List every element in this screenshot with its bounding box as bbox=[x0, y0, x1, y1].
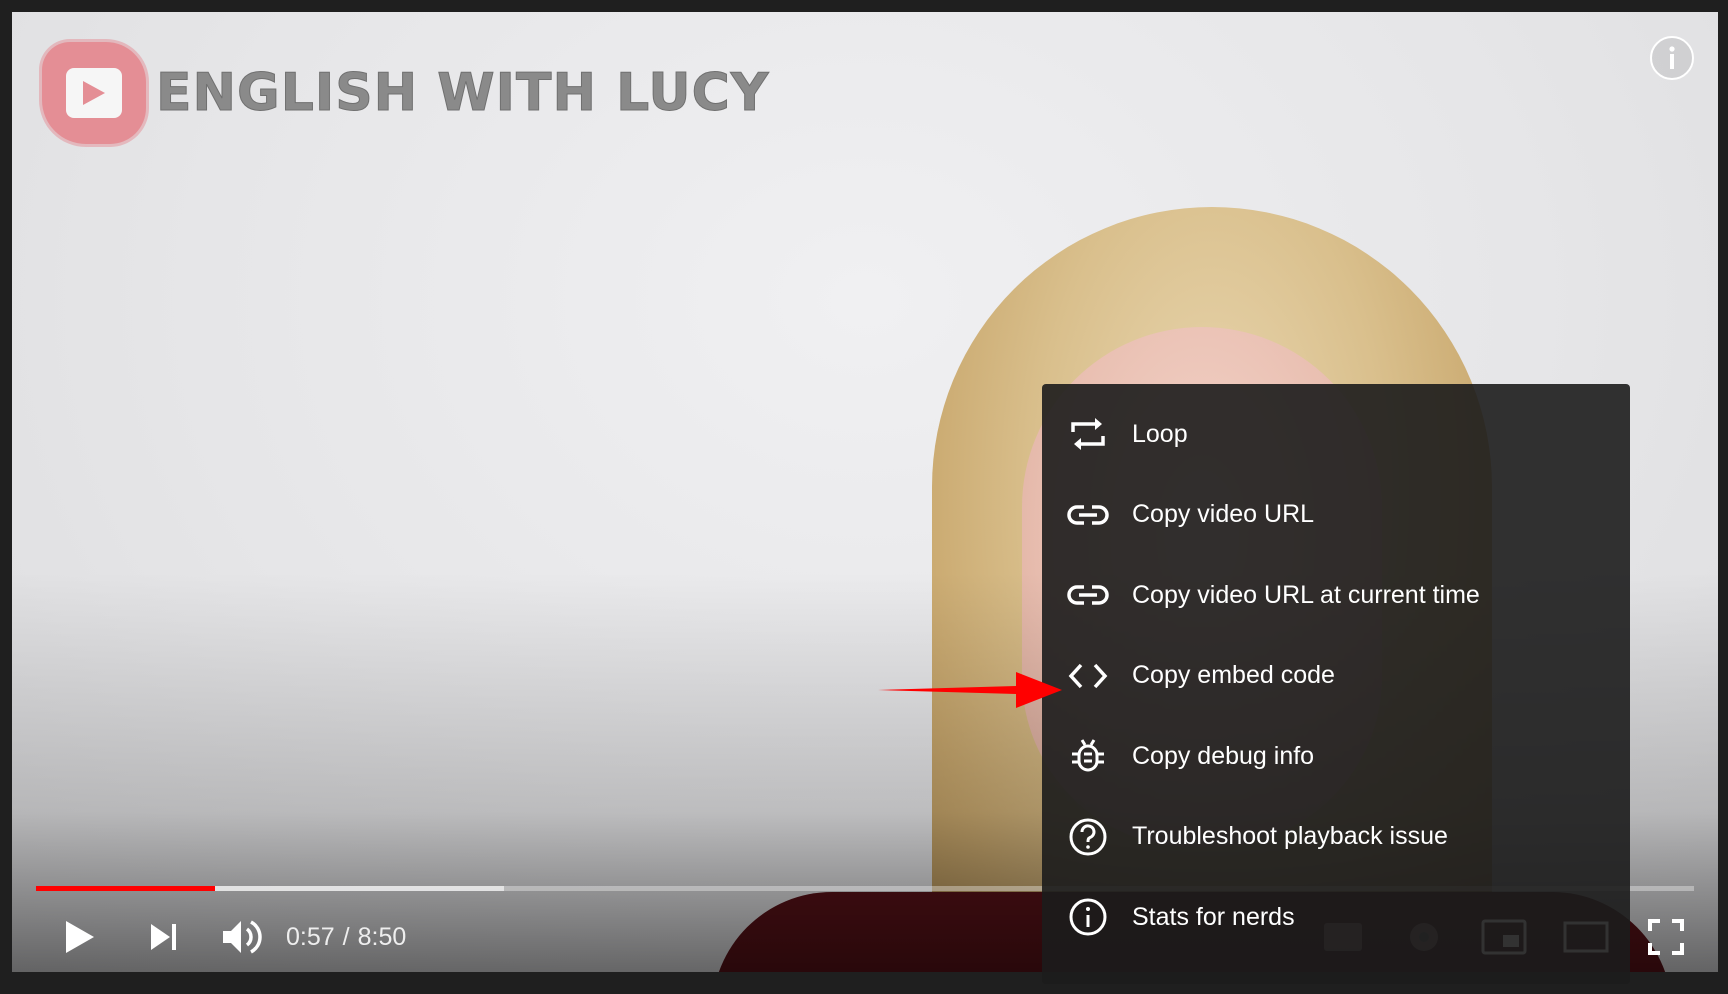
play-icon bbox=[66, 921, 94, 953]
link-icon bbox=[1066, 493, 1110, 537]
time-separator: / bbox=[342, 923, 350, 951]
menu-item-troubleshoot[interactable]: Troubleshoot playback issue bbox=[1042, 797, 1630, 878]
menu-item-copy-video-url[interactable]: Copy video URL bbox=[1042, 475, 1630, 556]
progress-played bbox=[36, 886, 216, 891]
help-icon bbox=[1066, 815, 1110, 859]
menu-item-label: Copy embed code bbox=[1132, 661, 1335, 690]
loop-icon bbox=[1066, 412, 1110, 456]
link-icon bbox=[1066, 573, 1110, 617]
brand-logo bbox=[42, 42, 146, 144]
duration: 8:50 bbox=[357, 923, 407, 951]
menu-item-label: Loop bbox=[1132, 419, 1188, 448]
menu-item-loop[interactable]: Loop bbox=[1042, 394, 1630, 475]
menu-item-label: Copy video URL at current time bbox=[1132, 580, 1480, 609]
play-icon bbox=[66, 68, 122, 118]
context-menu: Loop Copy video URL Copy video URL at cu… bbox=[1042, 384, 1630, 984]
menu-item-label: Copy video URL bbox=[1132, 500, 1315, 529]
brand-title: ENGLISH WITH LUCY bbox=[155, 63, 770, 124]
fullscreen-button[interactable] bbox=[1638, 907, 1694, 967]
next-button[interactable] bbox=[136, 907, 192, 967]
play-button[interactable] bbox=[52, 907, 108, 967]
info-button[interactable] bbox=[1650, 36, 1694, 80]
menu-item-label: Stats for nerds bbox=[1132, 902, 1295, 931]
next-icon bbox=[151, 924, 176, 950]
code-icon bbox=[1066, 654, 1110, 698]
volume-icon bbox=[223, 920, 262, 954]
current-time: 0:57 bbox=[286, 923, 335, 951]
annotation-arrow bbox=[878, 672, 1062, 708]
volume-button[interactable] bbox=[212, 907, 272, 967]
bug-icon bbox=[1066, 734, 1110, 778]
fullscreen-icon bbox=[1648, 919, 1684, 955]
menu-item-copy-debug-info[interactable]: Copy debug info bbox=[1042, 716, 1630, 797]
menu-item-stats-for-nerds[interactable]: Stats for nerds bbox=[1042, 877, 1630, 958]
info-icon bbox=[1669, 46, 1675, 69]
menu-item-copy-embed-code[interactable]: Copy embed code bbox=[1042, 636, 1630, 717]
menu-item-label: Copy debug info bbox=[1132, 741, 1315, 770]
menu-item-label: Troubleshoot playback issue bbox=[1132, 822, 1448, 851]
channel-watermark[interactable]: ENGLISH WITH LUCY bbox=[42, 42, 769, 144]
menu-item-copy-url-at-time[interactable]: Copy video URL at current time bbox=[1042, 555, 1630, 636]
info-icon bbox=[1066, 895, 1110, 939]
time-display: 0:57/8:50 bbox=[286, 923, 406, 952]
